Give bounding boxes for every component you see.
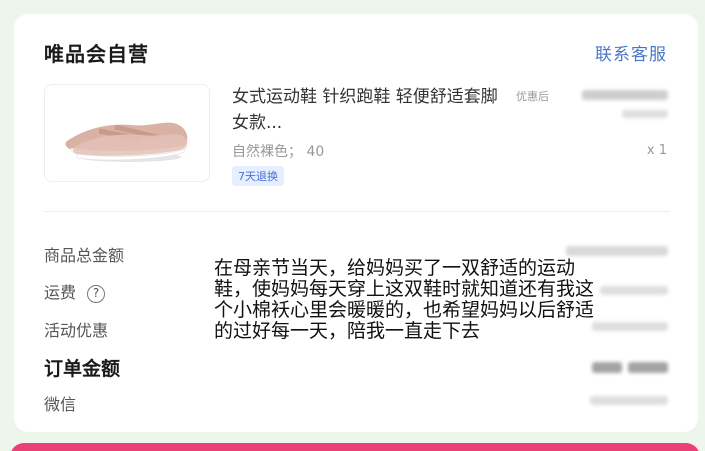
shipping-value-redacted bbox=[600, 286, 668, 295]
product-variant: 自然裸色； 40 bbox=[232, 144, 325, 160]
discounted-price-label: 优惠后 bbox=[516, 90, 549, 103]
promotion-label: 活动优惠 bbox=[44, 321, 109, 340]
product-thumbnail[interactable] bbox=[44, 84, 210, 182]
price-redacted bbox=[582, 90, 668, 100]
product-quantity: x 1 bbox=[646, 143, 667, 158]
subtotal-value-redacted bbox=[566, 246, 668, 256]
return-policy-badge: 7天退换 bbox=[232, 166, 284, 186]
help-icon[interactable]: ? bbox=[87, 285, 106, 303]
order-total-label: 订单金额 bbox=[44, 358, 121, 380]
price-redacted-secondary bbox=[622, 110, 668, 118]
subtotal-label: 商品总金额 bbox=[44, 246, 125, 265]
payment-method-label: 微信 bbox=[44, 395, 77, 414]
overlay-note-text: 在母亲节当天，给妈妈买了一双舒适的运动鞋，使妈妈每天穿上这双鞋时就知道还有我这个… bbox=[214, 257, 595, 342]
store-name: 唯品会自营 bbox=[44, 42, 149, 66]
bottom-action-bar[interactable] bbox=[10, 443, 700, 451]
contact-service-link[interactable]: 联系客服 bbox=[595, 40, 667, 65]
shoe-image bbox=[65, 122, 188, 162]
order-total-value-redacted-b bbox=[628, 362, 668, 373]
shipping-label-row: 运费 ? bbox=[44, 279, 106, 303]
promotion-value-redacted bbox=[592, 322, 668, 331]
section-divider bbox=[44, 211, 670, 212]
product-title[interactable]: 女式运动鞋 针织跑鞋 轻便舒适套脚女款... bbox=[232, 84, 512, 136]
shipping-label: 运费 bbox=[44, 283, 77, 302]
order-total-value-redacted-a bbox=[592, 362, 622, 373]
payment-value-redacted bbox=[590, 396, 668, 405]
